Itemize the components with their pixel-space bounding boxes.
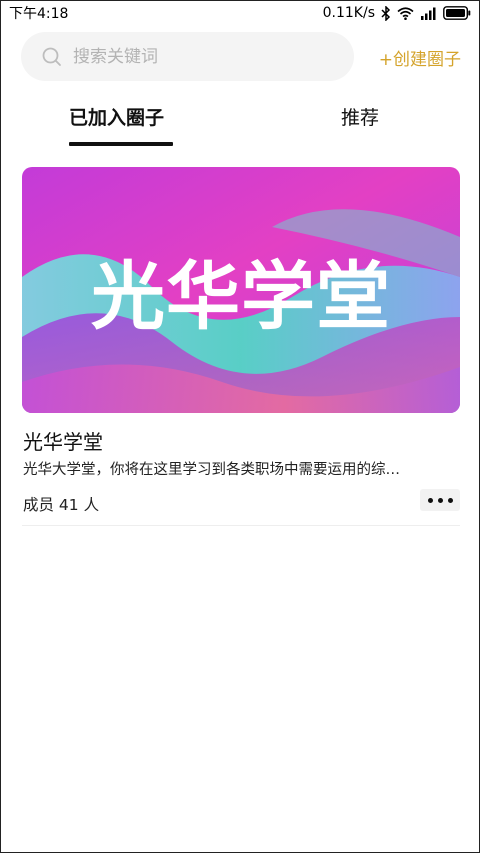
- more-dot-icon: [447, 497, 453, 503]
- tab-bar: 已加入圈子 推荐: [1, 101, 479, 149]
- search-input[interactable]: [73, 46, 323, 67]
- more-dot-icon: [427, 497, 433, 503]
- more-dot-icon: [437, 497, 443, 503]
- battery-icon: [443, 6, 471, 20]
- search-row: +创建圈子: [21, 32, 461, 81]
- more-options-button[interactable]: [420, 489, 460, 511]
- status-icons: 0.11K/s: [323, 5, 471, 21]
- circle-member-count: 成员 41 人: [23, 496, 100, 514]
- search-bar[interactable]: [21, 32, 354, 81]
- app-screen: 下午4:18 0.11K/s +创建圈子 已加入: [0, 0, 480, 853]
- tab-joined-circles[interactable]: 已加入圈子: [69, 103, 164, 130]
- create-circle-button[interactable]: +创建圈子: [379, 45, 461, 70]
- circle-card[interactable]: 光华学堂 光华学堂 光华大学堂，你将在这里学习到各类职场中需要运用的综… 成员 …: [22, 167, 460, 526]
- circle-banner-image[interactable]: 光华学堂: [22, 167, 460, 413]
- signal-icon: [420, 7, 437, 20]
- bluetooth-icon: [381, 5, 391, 21]
- circle-title: 光华学堂: [23, 430, 103, 454]
- wifi-icon: [397, 6, 414, 20]
- status-time: 下午4:18: [9, 6, 69, 22]
- status-bar: 下午4:18 0.11K/s: [1, 1, 479, 25]
- active-tab-indicator: [69, 142, 173, 146]
- circle-description: 光华大学堂，你将在这里学习到各类职场中需要运用的综…: [23, 462, 400, 478]
- tab-recommended[interactable]: 推荐: [341, 103, 379, 130]
- search-icon: [41, 46, 63, 68]
- card-divider: [22, 525, 460, 526]
- network-speed: 0.11K/s: [322, 5, 375, 21]
- banner-title: 光华学堂: [91, 253, 391, 340]
